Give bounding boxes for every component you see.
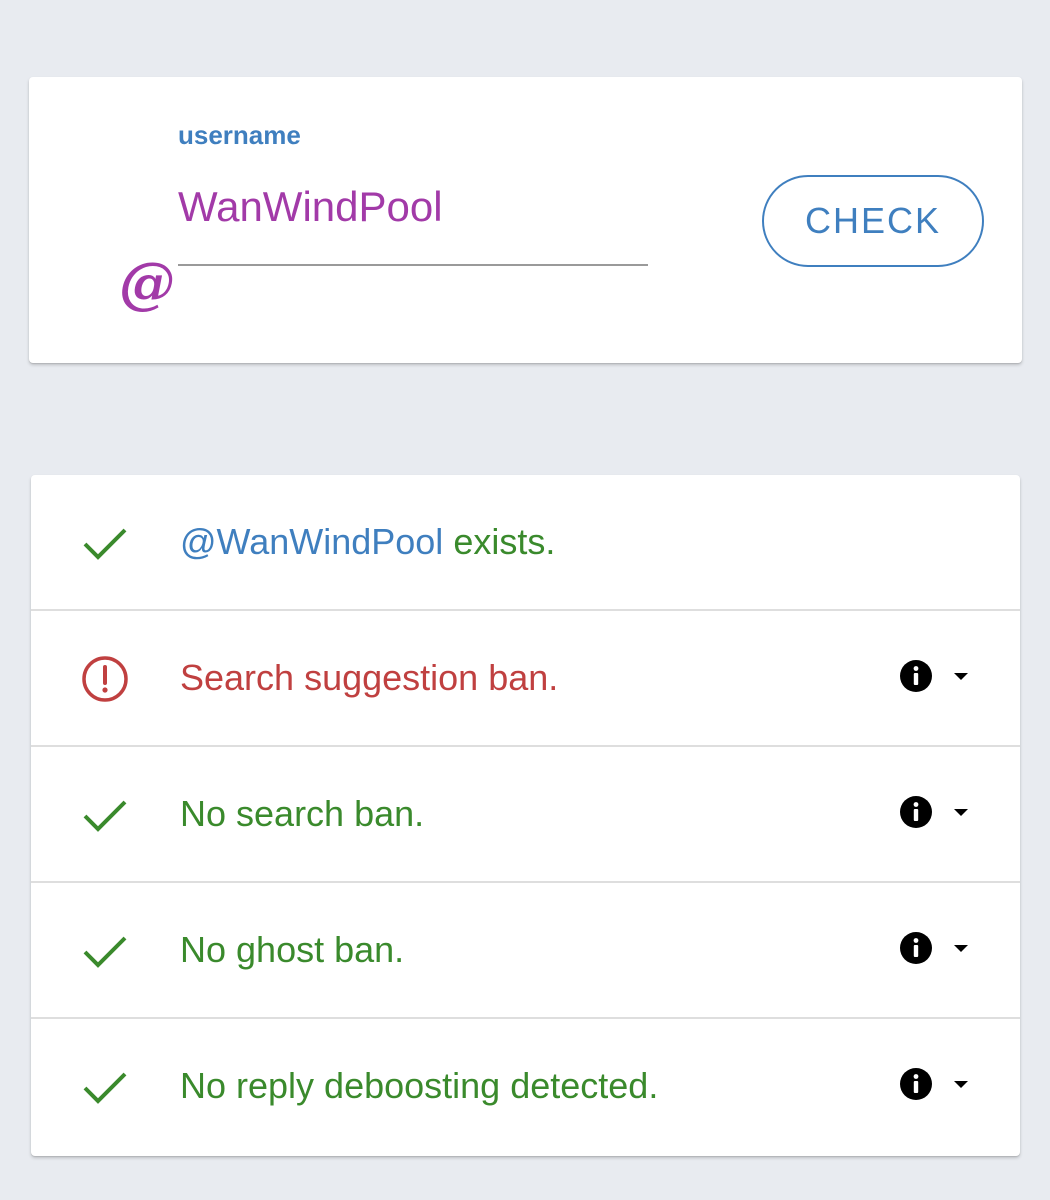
info-toggle[interactable] <box>899 929 979 969</box>
result-row-reply-deboosting: No reply deboosting detected. <box>31 1019 1020 1155</box>
result-row-exists: @WanWindPool exists. <box>31 475 1020 611</box>
check-icon <box>83 1072 127 1104</box>
result-text: No ghost ban. <box>180 929 405 970</box>
check-icon <box>83 936 127 968</box>
alert-circle-icon <box>82 656 128 702</box>
info-icon[interactable] <box>899 659 933 693</box>
at-sign-icon: @ <box>119 250 175 316</box>
result-text: No reply deboosting detected. <box>180 1065 659 1106</box>
result-row-search-suggestion-ban: Search suggestion ban. <box>31 611 1020 747</box>
check-icon <box>83 800 127 832</box>
info-icon[interactable] <box>899 931 933 965</box>
results-card: @WanWindPool exists. Search suggestion b… <box>31 475 1020 1156</box>
info-icon[interactable] <box>899 1067 933 1101</box>
check-button[interactable]: CHECK <box>762 175 984 267</box>
username-handle[interactable]: @WanWindPool <box>180 521 443 562</box>
caret-down-icon[interactable] <box>951 1077 971 1091</box>
result-text: Search suggestion ban. <box>180 657 559 698</box>
check-icon <box>83 528 127 560</box>
result-row-search-ban: No search ban. <box>31 747 1020 883</box>
result-row-ghost-ban: No ghost ban. <box>31 883 1020 1019</box>
result-suffix: exists. <box>443 521 556 562</box>
username-label: username <box>178 120 301 150</box>
info-toggle[interactable] <box>899 1065 979 1105</box>
caret-down-icon[interactable] <box>951 669 971 683</box>
caret-down-icon[interactable] <box>951 805 971 819</box>
info-icon[interactable] <box>899 795 933 829</box>
caret-down-icon[interactable] <box>951 941 971 955</box>
username-input[interactable] <box>178 180 648 266</box>
info-toggle[interactable] <box>899 657 979 697</box>
result-text: No search ban. <box>180 793 425 834</box>
info-toggle[interactable] <box>899 793 979 833</box>
result-text: @WanWindPool exists. <box>180 521 555 563</box>
